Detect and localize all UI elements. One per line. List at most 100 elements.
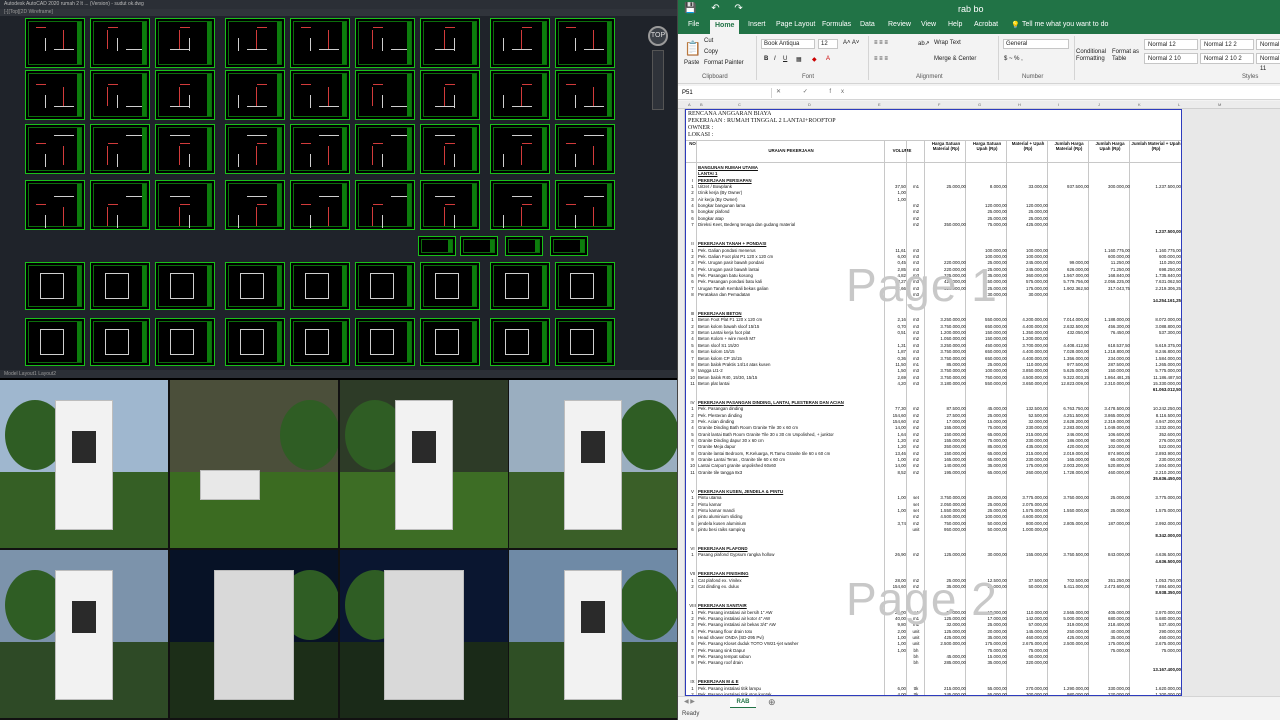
- header-cell[interactable]: Harga Satuan Upah (Rp): [967, 141, 1007, 151]
- style-normal-12[interactable]: Normal 12: [1144, 39, 1198, 50]
- style-normal-2-11[interactable]: Normal 2 11: [1256, 53, 1280, 72]
- cut-button[interactable]: Cut: [704, 38, 713, 44]
- cad-sheet[interactable]: [225, 70, 285, 120]
- cad-sheet[interactable]: [290, 124, 350, 174]
- row-headers[interactable]: [678, 109, 685, 696]
- cad-sheet[interactable]: [420, 318, 480, 366]
- style-normal-12-2[interactable]: Normal 12 2: [1200, 39, 1254, 50]
- cad-sheet[interactable]: [420, 262, 480, 310]
- cad-sheet[interactable]: [225, 124, 285, 174]
- autocad-viewport-label[interactable]: [-][Top][2D Wireframe]: [0, 9, 677, 16]
- cad-sheet[interactable]: [420, 70, 480, 120]
- italic-button[interactable]: I: [774, 56, 776, 62]
- cad-sheet[interactable]: [420, 180, 480, 230]
- quick-access-toolbar[interactable]: 💾 ↶ ↷: [684, 3, 749, 14]
- cad-sheet[interactable]: [225, 262, 285, 310]
- style-normal-2[interactable]: Normal 2: [1256, 39, 1280, 50]
- cad-sheet[interactable]: [90, 70, 150, 120]
- header-cell[interactable]: Material + Upah (Rp): [1008, 141, 1048, 151]
- tab-acrobat[interactable]: Acrobat: [974, 21, 998, 28]
- cad-sheet[interactable]: [555, 18, 615, 68]
- orientation-icon[interactable]: ab↗: [918, 40, 930, 47]
- cad-sheet[interactable]: [355, 124, 415, 174]
- formula-buttons[interactable]: ✕ ✓ fx: [776, 88, 854, 95]
- cad-sheet[interactable]: [90, 318, 150, 366]
- name-box[interactable]: P51: [682, 88, 772, 98]
- column-header[interactable]: I: [1058, 102, 1059, 107]
- underline-button[interactable]: U: [783, 56, 787, 62]
- tab-review[interactable]: Review: [888, 21, 911, 28]
- header-cell[interactable]: Jumlah Harga Material (Rp): [1049, 141, 1089, 151]
- cad-sheet[interactable]: [225, 18, 285, 68]
- tab-insert[interactable]: Insert: [748, 21, 766, 28]
- cad-sheet[interactable]: [355, 18, 415, 68]
- cad-sheet[interactable]: [155, 262, 215, 310]
- cad-sheet[interactable]: [555, 124, 615, 174]
- left-align-icon[interactable]: ≡ ≡ ≡: [874, 56, 888, 62]
- autocad-status-tabs[interactable]: Model Layout1 Layout2: [0, 370, 677, 378]
- viewcube-icon[interactable]: TOP: [648, 26, 668, 46]
- cad-sheet[interactable]: [355, 180, 415, 230]
- column-header[interactable]: K: [1138, 102, 1141, 107]
- cad-sheet[interactable]: [555, 180, 615, 230]
- cad-sheet[interactable]: [155, 318, 215, 366]
- cad-sheet[interactable]: [290, 180, 350, 230]
- cad-sheet[interactable]: [225, 180, 285, 230]
- cad-sheet[interactable]: [420, 18, 480, 68]
- column-header[interactable]: F: [938, 102, 940, 107]
- header-cell[interactable]: Harga Satuan Material (Rp): [926, 141, 966, 151]
- cad-sheet[interactable]: [555, 70, 615, 120]
- font-name-select[interactable]: Book Antiqua: [761, 39, 815, 49]
- tab-home[interactable]: Home: [710, 20, 740, 34]
- cad-sheet[interactable]: [505, 236, 543, 256]
- cad-sheet[interactable]: [420, 124, 480, 174]
- cad-sheet[interactable]: [490, 124, 550, 174]
- borders-icon[interactable]: ▦: [796, 56, 802, 63]
- column-header[interactable]: A: [688, 102, 691, 107]
- cad-sheet[interactable]: [25, 180, 85, 230]
- font-size-select[interactable]: 12: [818, 39, 838, 49]
- cad-sheet[interactable]: [155, 180, 215, 230]
- cad-sheet[interactable]: [90, 124, 150, 174]
- fill-color-icon[interactable]: ◆: [812, 56, 817, 63]
- cad-sheet[interactable]: [490, 180, 550, 230]
- cad-sheet[interactable]: [290, 18, 350, 68]
- cad-sheet[interactable]: [90, 18, 150, 68]
- cad-sheet[interactable]: [155, 124, 215, 174]
- column-header[interactable]: D: [808, 102, 811, 107]
- print-page[interactable]: RENCANA ANGGARAN BIAYA PEKERJAAN : RUMAH…: [685, 109, 1182, 696]
- bold-button[interactable]: B: [764, 56, 768, 62]
- column-header[interactable]: C: [738, 102, 741, 107]
- cad-sheet[interactable]: [490, 262, 550, 310]
- column-headers[interactable]: A B C D E F G H I J K L M: [678, 101, 1280, 109]
- cad-sheet[interactable]: [290, 262, 350, 310]
- cad-sheet[interactable]: [225, 318, 285, 366]
- cad-sheet[interactable]: [355, 70, 415, 120]
- cad-sheet[interactable]: [490, 70, 550, 120]
- cad-sheet[interactable]: [555, 262, 615, 310]
- cad-sheet[interactable]: [90, 180, 150, 230]
- excel-window[interactable]: 💾 ↶ ↷ rab bo File Home Insert Page Layou…: [677, 0, 1280, 720]
- sheet-nav-icon[interactable]: ◀ ▶: [684, 698, 695, 705]
- header-cell[interactable]: Jumlah Harga Upah (Rp): [1090, 141, 1130, 151]
- header-cell[interactable]: URAIAN PEKERJAAN: [698, 148, 884, 153]
- navigation-bar[interactable]: [652, 50, 664, 110]
- cad-sheet[interactable]: [550, 236, 588, 256]
- wrap-text-button[interactable]: Wrap Text: [934, 40, 961, 46]
- tab-file[interactable]: File: [688, 21, 699, 28]
- column-header[interactable]: E: [878, 102, 881, 107]
- top-align-icon[interactable]: ≡ ≡ ≡: [874, 40, 888, 46]
- autocad-window[interactable]: Autodesk AutoCAD 2020 rumah 2 lt ... (Ve…: [0, 0, 677, 378]
- cad-sheet[interactable]: [490, 318, 550, 366]
- tell-me-search[interactable]: Tell me what you want to do: [1022, 21, 1108, 28]
- cad-sheet[interactable]: [290, 318, 350, 366]
- paste-icon[interactable]: 📋: [684, 40, 701, 57]
- column-header[interactable]: M: [1218, 102, 1221, 107]
- cad-sheet[interactable]: [25, 124, 85, 174]
- paste-button[interactable]: Paste: [684, 60, 699, 66]
- tab-formulas[interactable]: Formulas: [822, 21, 851, 28]
- cad-sheet[interactable]: [25, 18, 85, 68]
- cad-sheet[interactable]: [355, 318, 415, 366]
- merge-center-button[interactable]: Merge & Center: [934, 56, 976, 62]
- column-header[interactable]: G: [978, 102, 981, 107]
